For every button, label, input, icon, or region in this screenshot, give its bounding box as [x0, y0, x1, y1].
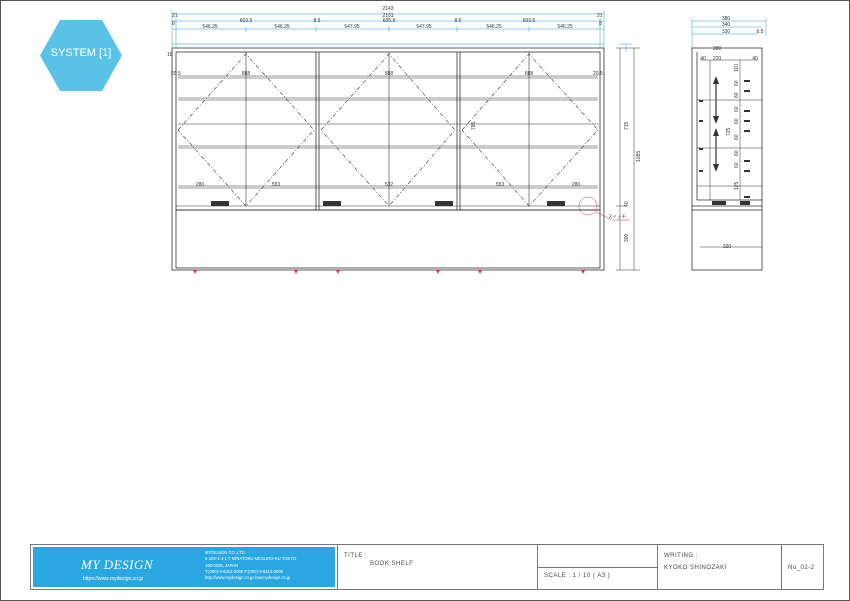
- height-label: 300: [624, 233, 630, 242]
- company-info-line: 5-109-1-4-1-7 MINATOKU MEGURO-KU TOKYO: [205, 556, 297, 562]
- front-dimensions: [171, 10, 632, 52]
- side-total-label: 725: [726, 127, 732, 136]
- scale-label: SCALE : 1 / 10 ( A3 ): [544, 573, 611, 579]
- module-dim: 8.5: [455, 18, 462, 24]
- title-cell: TITLE : BOOK SHELF: [337, 545, 538, 589]
- module-dim: 603.5: [523, 18, 536, 24]
- module-dim: 546.25: [202, 24, 218, 30]
- left-edge-label: 21: [172, 13, 178, 19]
- shelf-pitch: 60: [734, 134, 740, 140]
- height-label: 1085: [636, 151, 642, 162]
- side-top-dim: 330: [722, 29, 731, 35]
- total-width-label: 2143: [382, 6, 393, 12]
- shelf-pitch: 60: [734, 118, 740, 124]
- writing-label: WRITING :: [664, 553, 698, 559]
- shelf-depth: 888: [525, 71, 534, 77]
- title-block: MY DESIGN https://www.mydesign.co.jp MYD…: [30, 544, 824, 590]
- shelf-pitch: 110: [734, 64, 740, 72]
- bottom-dim: 553: [496, 182, 505, 188]
- floor-markers: [193, 270, 585, 274]
- company-logo-panel: MY DESIGN https://www.mydesign.co.jp MYD…: [33, 547, 335, 587]
- bottom-dim: 280: [196, 182, 205, 188]
- scale-cell: SCALE : 1 / 10 ( A3 ): [537, 545, 658, 589]
- shelf-pitch: 60: [734, 150, 740, 156]
- side-labels: 380 340 330 6.5 300 40 220 40 110 60 60 …: [700, 16, 763, 250]
- logo-text: MY DESIGN: [81, 557, 154, 572]
- side-right-small: 40: [752, 56, 758, 62]
- edge-small-left: 8: [172, 21, 175, 27]
- title-value: BOOK SHELF: [370, 561, 414, 567]
- sheet-number: No_02-2: [788, 565, 815, 571]
- side-left-small: 40: [700, 56, 706, 62]
- shelf-pitch: 60: [734, 92, 740, 98]
- left-side-dim: 18: [167, 52, 173, 58]
- shelf-pitch: 60: [734, 106, 740, 112]
- edge-small-right: 8: [599, 21, 602, 27]
- shelf-depth: 888: [242, 71, 251, 77]
- company-info: MYDESIGN CO.,LTD. 5-109-1-4-1-7 MINATOKU…: [205, 550, 296, 581]
- bottom-dim: 532: [385, 182, 394, 188]
- sheet-number-cell: No_02-2: [781, 545, 824, 589]
- module-dim: 546.25: [557, 24, 573, 30]
- shelf-pitch: 125: [734, 181, 740, 190]
- title-label: TITLE :: [344, 553, 368, 559]
- side-top-dim: 340: [722, 22, 731, 28]
- mid-label: 785: [471, 121, 477, 130]
- inner-left-label: 20.5: [171, 71, 181, 77]
- shelf-depth: 888: [385, 71, 394, 77]
- shelf-pitch: 60: [734, 162, 740, 168]
- bottom-dim: 553: [272, 182, 281, 188]
- switch-label: スイッチ: [608, 214, 626, 219]
- base-cabinet: [175, 209, 601, 269]
- module-dim: 547.95: [416, 24, 432, 30]
- module-dim: 546.25: [274, 24, 290, 30]
- module-dim: 605.9: [383, 18, 396, 24]
- side-top-dim: 6.5: [757, 29, 764, 35]
- company-info-line: http://www.mydesign.co.jp lovemydesign.c…: [205, 575, 291, 581]
- front-view: [171, 47, 640, 271]
- bottom-dim: 280: [572, 182, 581, 188]
- side-outer-frame: [691, 47, 763, 271]
- shelf-pitch: 60: [734, 80, 740, 86]
- side-bottom-label: 320: [723, 244, 732, 250]
- height-label: 40: [624, 201, 630, 207]
- module-dim: 8.5: [314, 18, 321, 24]
- drawing-canvas: 2143 2101 21 21 8 8 546.25 603.5 546.25 …: [167, 6, 767, 274]
- module-dim: 603.5: [240, 18, 253, 24]
- module-dim: 546.25: [486, 24, 502, 30]
- writer-cell: WRITING : KYOKO SHINOZAKI: [657, 545, 782, 589]
- inner-right-label: 20.5: [593, 71, 603, 77]
- side-inner-label: 220: [713, 56, 722, 62]
- writer-name: KYOKO SHINOZAKI: [664, 565, 727, 571]
- front-outer-frame: [171, 47, 605, 271]
- side-depth-label: 300: [713, 46, 722, 52]
- right-edge-label: 21: [597, 13, 603, 19]
- module-dim: 547.95: [344, 24, 360, 30]
- height-label: 715: [624, 121, 630, 130]
- logo-url: https://www.mydesign.co.jp: [83, 576, 144, 582]
- side-view: [691, 47, 763, 271]
